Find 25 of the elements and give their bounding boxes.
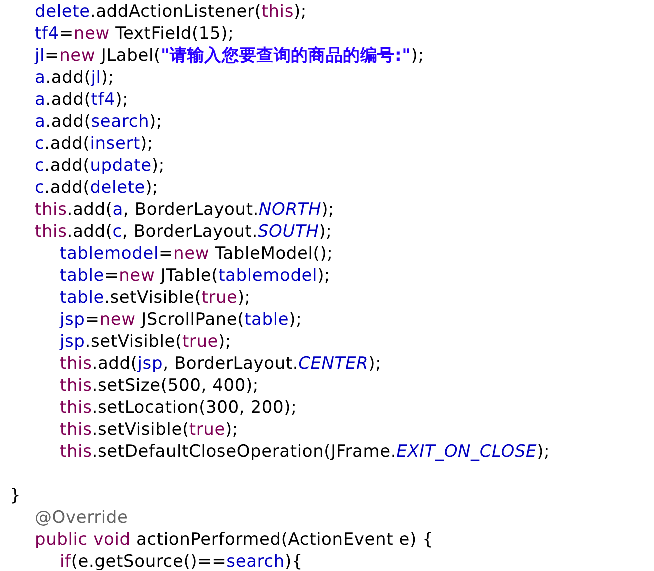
code-line: public void actionPerformed(ActionEvent e) {: [35, 530, 434, 550]
code-line: tablemodel=new TableModel();: [60, 244, 334, 264]
code-line: jsp.setVisible(true);: [60, 332, 232, 352]
code-line: this.setSize(500, 400);: [60, 376, 259, 396]
code-line: a.add(jl);: [35, 68, 114, 88]
code-line: a.add(search);: [35, 112, 163, 132]
code-line: this.add(jsp, BorderLayout.CENTER);: [60, 354, 382, 374]
code-line: a.add(tf4);: [35, 90, 129, 110]
code-line: table=new JTable(tablemodel);: [60, 266, 331, 286]
code-line: jsp=new JScrollPane(table);: [60, 310, 302, 330]
code-line: c.add(insert);: [35, 134, 154, 154]
code-line: @Override: [35, 508, 128, 528]
code-line: }: [10, 486, 22, 506]
code-line: jl=new JLabel("请输入您要查询的商品的编号:");: [35, 46, 424, 66]
code-line: this.setLocation(300, 200);: [60, 398, 298, 418]
code-line: this.setDefaultCloseOperation(JFrame.EXIT_ON_CLOSE);: [60, 442, 550, 462]
code-line: if(e.getSource()==search){: [60, 552, 304, 571]
code-line: this.setVisible(true);: [60, 420, 238, 440]
code-line: this.add(c, BorderLayout.SOUTH);: [35, 222, 332, 242]
code-line: tf4=new TextField(15);: [35, 24, 234, 44]
code-line: delete.addActionListener(this);: [35, 2, 307, 22]
code-line: this.add(a, BorderLayout.NORTH);: [35, 200, 335, 220]
code-line: c.add(update);: [35, 156, 165, 176]
code-line: c.add(delete);: [35, 178, 159, 198]
code-line: table.setVisible(true);: [60, 288, 251, 308]
